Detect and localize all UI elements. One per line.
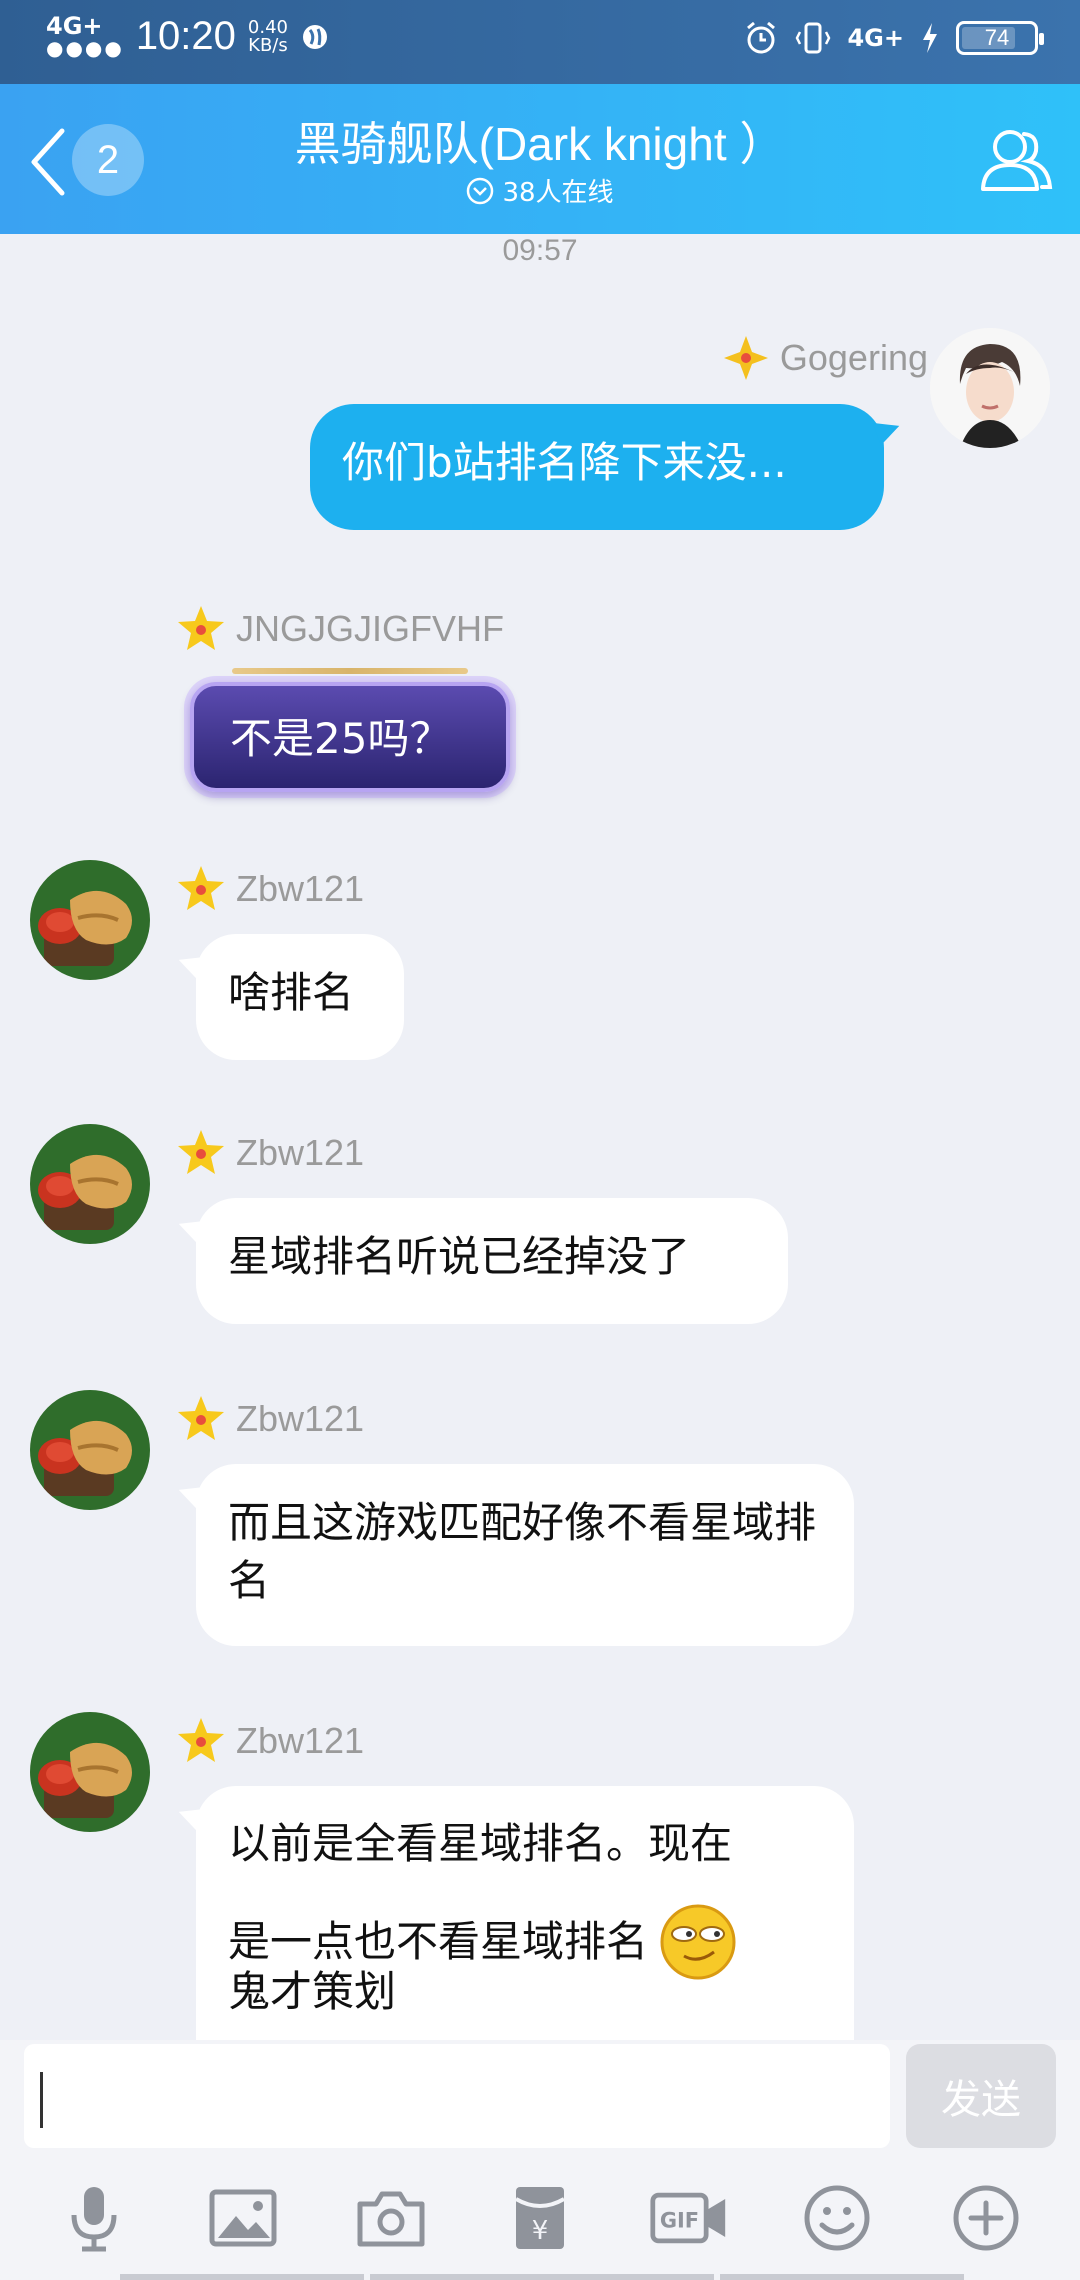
more-button[interactable] xyxy=(946,2178,1026,2258)
alarm-icon xyxy=(747,21,776,54)
message-item: Zbw121 以前是全看星域排名。现在 是一点也不看星域排名 鬼才策划 xyxy=(0,1712,1080,2040)
message-bubble[interactable]: 你们b站排名降下来没... xyxy=(310,404,884,530)
user-avatar-icon xyxy=(30,1124,150,1244)
message-bubble[interactable]: 啥排名 xyxy=(196,934,404,1060)
message-item: Zbw121 星域排名听说已经掉没了 xyxy=(0,1124,1080,1324)
online-status[interactable]: 38人在线 xyxy=(0,172,1080,209)
user-avatar-icon xyxy=(30,1712,150,1832)
avatar[interactable] xyxy=(30,1124,150,1244)
message-line: 以前是全看星域排名。现在 xyxy=(228,1819,733,1868)
sender-name-row: Zbw121 xyxy=(176,1128,364,1178)
sender-name-row: Zbw121 xyxy=(176,864,364,914)
camera-button[interactable] xyxy=(351,2178,431,2258)
network-indicator: 4G+ xyxy=(46,11,103,40)
message-input[interactable] xyxy=(24,2044,890,2148)
member-level-icon xyxy=(178,1718,224,1762)
message-item: JNGJGJIGFVHF 不是25吗？ xyxy=(0,604,1080,804)
clock: 10:20 xyxy=(135,14,236,58)
emoji-icon xyxy=(804,2185,870,2251)
text-caret xyxy=(40,2072,43,2128)
sender-name-row: Zbw121 xyxy=(176,1716,364,1766)
sender-name-row: JNGJGJIGFVHF xyxy=(176,604,504,654)
message-bubble[interactable]: 而且这游戏匹配好像不看星域排名 xyxy=(196,1464,854,1646)
chat-header: 2 黑骑舰队(Dark knight ） 38人在线 xyxy=(0,84,1080,234)
svg-text:¥: ¥ xyxy=(532,2216,549,2246)
message-timestamp: 09:57 xyxy=(502,234,578,267)
member-level-icon xyxy=(723,336,768,380)
message-item: Gogering 你们b站排名降下来没... xyxy=(0,328,1080,534)
member-level-icon xyxy=(178,1130,224,1174)
camera-icon xyxy=(357,2191,425,2247)
network-speed: 0.40 KB/s xyxy=(247,16,288,56)
sender-name-row: Zbw121 xyxy=(176,1394,364,1444)
message-item: Zbw121 而且这游戏匹配好像不看星域排名 xyxy=(0,1390,1080,1646)
message-bubble[interactable]: 星域排名听说已经掉没了 xyxy=(196,1198,788,1324)
message-list[interactable]: 09:57 Gogering 你们b站排名降下来没... JNGJGJIGFVH… xyxy=(0,234,1080,2040)
plus-icon xyxy=(953,2185,1019,2251)
gif-button[interactable]: GIF xyxy=(649,2178,729,2258)
gif-icon: GIF xyxy=(649,2192,725,2244)
image-icon xyxy=(209,2189,277,2247)
vibrate-icon xyxy=(796,22,831,54)
avatar[interactable] xyxy=(30,860,150,980)
red-packet-icon: ¥ xyxy=(514,2187,565,2249)
user-avatar-icon xyxy=(30,1390,150,1510)
voice-button[interactable] xyxy=(54,2178,134,2258)
member-level-icon xyxy=(178,1396,224,1440)
emoji-button[interactable] xyxy=(797,2178,877,2258)
charging-icon xyxy=(923,23,937,53)
input-toolbar: ¥ GIF xyxy=(0,2170,1080,2266)
signal-dots-icon: ●●●● xyxy=(46,35,124,60)
network-type: 4G+ xyxy=(847,24,904,52)
chevron-down-icon xyxy=(467,177,494,204)
member-level-icon xyxy=(178,606,224,650)
globe-icon xyxy=(303,24,327,49)
member-level-icon xyxy=(178,866,224,910)
avatar[interactable] xyxy=(930,328,1050,448)
avatar[interactable] xyxy=(30,1390,150,1510)
online-count: 38人在线 xyxy=(502,178,614,208)
red-packet-button[interactable]: ¥ xyxy=(500,2178,580,2258)
user-avatar-icon xyxy=(30,860,150,980)
message-item: Zbw121 啥排名 xyxy=(0,860,1080,1060)
members-icon xyxy=(981,130,1053,191)
sender-name-row: Gogering xyxy=(722,334,928,382)
message-bubble[interactable]: 不是25吗？ xyxy=(190,682,510,792)
image-button[interactable] xyxy=(203,2178,283,2258)
avatar[interactable] xyxy=(30,1712,150,1832)
message-bubble[interactable]: 以前是全看星域排名。现在 是一点也不看星域排名 鬼才策划 xyxy=(196,1786,854,2040)
members-button[interactable] xyxy=(976,120,1056,200)
user-avatar-icon xyxy=(930,328,1050,448)
smirk-emoji-icon xyxy=(660,1904,736,1980)
status-bar: 4G+ ●●●● 10:20 0.40 KB/s 4G+ 74 xyxy=(0,0,1080,84)
bottom-indicator xyxy=(120,2274,964,2280)
group-title[interactable]: 黑骑舰队(Dark knight ） xyxy=(0,108,1080,174)
svg-text:GIF: GIF xyxy=(659,2209,698,2233)
microphone-icon xyxy=(71,2187,117,2252)
bubble-decoration xyxy=(232,668,468,674)
input-area: 发送 ¥ GIF xyxy=(0,2040,1080,2280)
battery-indicator: 74 xyxy=(956,21,1044,55)
send-button[interactable]: 发送 xyxy=(906,2044,1056,2148)
